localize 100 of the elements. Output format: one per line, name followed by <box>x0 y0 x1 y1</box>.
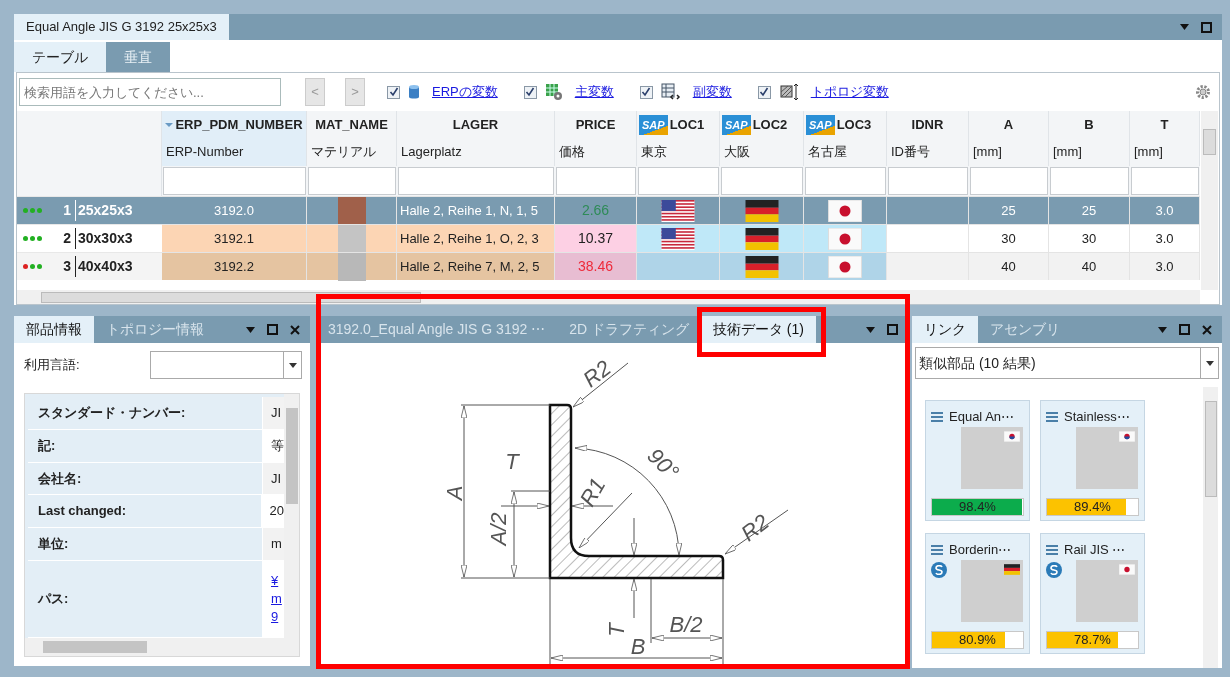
checkbox[interactable] <box>757 85 771 99</box>
maximize-icon[interactable] <box>267 324 278 335</box>
column-subtitle: [mm] <box>973 143 1002 162</box>
dimension-line <box>572 362 629 408</box>
filter-field[interactable] <box>638 167 719 195</box>
row-name: 25x25x3 <box>75 200 133 221</box>
filter-link[interactable]: 主変数 <box>574 82 614 102</box>
column-header[interactable]: LOC2 <box>752 114 788 135</box>
path-link[interactable]: 9 <box>271 607 284 626</box>
column-header[interactable]: LOC1 <box>669 114 705 135</box>
table-gear-icon <box>544 83 563 101</box>
result-card[interactable]: Borderin⋯ 80.9% <box>925 533 1030 654</box>
filter-field[interactable] <box>1131 167 1199 195</box>
table-cell: 3.0 <box>1130 196 1200 224</box>
column-subtitle: 東京 <box>641 143 667 162</box>
table-cell: 40 <box>969 252 1049 280</box>
sap-logo: SAP <box>722 114 751 135</box>
menu-icon[interactable] <box>1046 544 1058 555</box>
menu-icon[interactable] <box>1046 411 1058 422</box>
panel-tab[interactable]: リンク <box>912 316 978 343</box>
dimension-label: R2 <box>736 509 774 547</box>
close-icon[interactable] <box>290 324 300 335</box>
filter-field[interactable] <box>721 167 803 195</box>
percentage-label: 89.4% <box>1074 498 1111 517</box>
path-link[interactable]: m <box>271 589 284 608</box>
filter-field[interactable] <box>1050 167 1129 195</box>
price-value: 10.37 <box>577 231 613 246</box>
scrollbar[interactable] <box>1201 111 1218 290</box>
results-dropdown[interactable]: 類似部品 (10 結果) <box>915 347 1219 379</box>
view-tab[interactable]: テーブル <box>14 42 106 72</box>
maximize-icon[interactable] <box>1201 21 1212 33</box>
search-field[interactable]: 検索用語を入力してください... <box>19 78 281 106</box>
sort-indicator-icon <box>165 122 174 127</box>
document-tab[interactable]: Equal Angle JIS G 3192 25x25x3 <box>14 14 229 40</box>
language-dropdown[interactable] <box>150 351 302 379</box>
filter-link[interactable]: トポロジ変数 <box>810 82 889 102</box>
filter-field[interactable] <box>805 167 886 195</box>
column-subtitle: 名古屋 <box>808 143 847 162</box>
checkbox[interactable] <box>523 85 537 99</box>
path-link[interactable]: ¥ <box>271 571 284 590</box>
panel-tab[interactable]: 部品情報 <box>14 316 94 343</box>
scrollbar[interactable] <box>1203 387 1218 668</box>
percentage-label: 98.4% <box>959 498 996 517</box>
dropdown-icon[interactable] <box>866 326 875 333</box>
checkbox[interactable] <box>387 85 400 99</box>
filter-field[interactable] <box>556 167 636 195</box>
table-cell: Halle 2, Reihe 1, O, 2, 3 <box>397 224 555 252</box>
table-cell: 3.0 <box>1130 224 1200 252</box>
result-card[interactable]: Rail JIS ⋯ 78.7% <box>1040 533 1145 654</box>
maximize-icon[interactable] <box>887 324 898 335</box>
dimension-label: A <box>441 485 467 501</box>
column-header[interactable]: B <box>1084 114 1094 135</box>
filter-link[interactable]: ERPの変数 <box>432 82 498 102</box>
card-title: Borderin⋯ <box>949 541 1012 559</box>
table-cell: 30 <box>969 224 1049 252</box>
column-subtitle: Lagerplatz <box>401 143 462 162</box>
maximize-icon[interactable] <box>1179 324 1190 335</box>
dimension-label: A/2 <box>485 512 511 546</box>
panel-tab[interactable]: 技術データ (1) <box>700 316 816 343</box>
menu-icon[interactable] <box>931 411 943 422</box>
checkbox[interactable] <box>639 85 653 99</box>
property-value: 等 <box>271 436 284 455</box>
box-arrow-icon <box>778 83 799 101</box>
scrollbar[interactable] <box>284 394 299 638</box>
column-subtitle: ERP-Number <box>166 143 244 162</box>
filter-link[interactable]: 副変数 <box>692 82 732 102</box>
dimension-line <box>724 509 789 555</box>
table-cell: 3192.1 <box>162 224 307 252</box>
price-value: 2.66 <box>581 203 610 218</box>
dropdown-icon[interactable] <box>246 326 255 333</box>
table-cell: 25 <box>1049 196 1130 224</box>
filter-field[interactable] <box>163 167 306 195</box>
table-cell: 30 <box>1049 224 1130 252</box>
property-value: m <box>271 535 283 554</box>
row-header[interactable]: 2 30x30x3 <box>17 224 162 252</box>
dropdown-icon[interactable] <box>1158 326 1167 333</box>
result-card[interactable]: Stainless⋯ 89.4% <box>1040 400 1145 521</box>
caret-icon <box>288 362 297 368</box>
filter-field[interactable] <box>970 167 1048 195</box>
column-header[interactable]: A <box>1003 114 1014 135</box>
menu-icon[interactable] <box>931 544 943 555</box>
filter-field[interactable] <box>308 167 396 195</box>
scrollbar[interactable] <box>25 638 299 656</box>
column-header[interactable]: LOC3 <box>836 114 872 135</box>
column-header[interactable]: T <box>1160 114 1169 135</box>
dimension-label: R1 <box>574 473 611 511</box>
dimension-label: R2 <box>578 355 616 393</box>
filter-field[interactable] <box>398 167 554 195</box>
column-subtitle: ID番号 <box>891 143 930 162</box>
dropdown-icon[interactable] <box>1180 24 1189 30</box>
percentage-label: 80.9% <box>959 631 996 650</box>
table-cell: Halle 2, Reihe 1, N, 1, 5 <box>397 196 555 224</box>
filter-field[interactable] <box>888 167 968 195</box>
row-header[interactable]: 3 40x40x3 <box>17 252 162 280</box>
result-card[interactable]: Equal An⋯ 98.4% <box>925 400 1030 521</box>
settings-icon[interactable] <box>1195 84 1211 100</box>
field-label: 利用言語: <box>24 356 81 375</box>
close-icon[interactable] <box>1202 324 1212 335</box>
dimension-label: B <box>630 633 646 659</box>
column-subtitle: [mm] <box>1134 143 1163 162</box>
